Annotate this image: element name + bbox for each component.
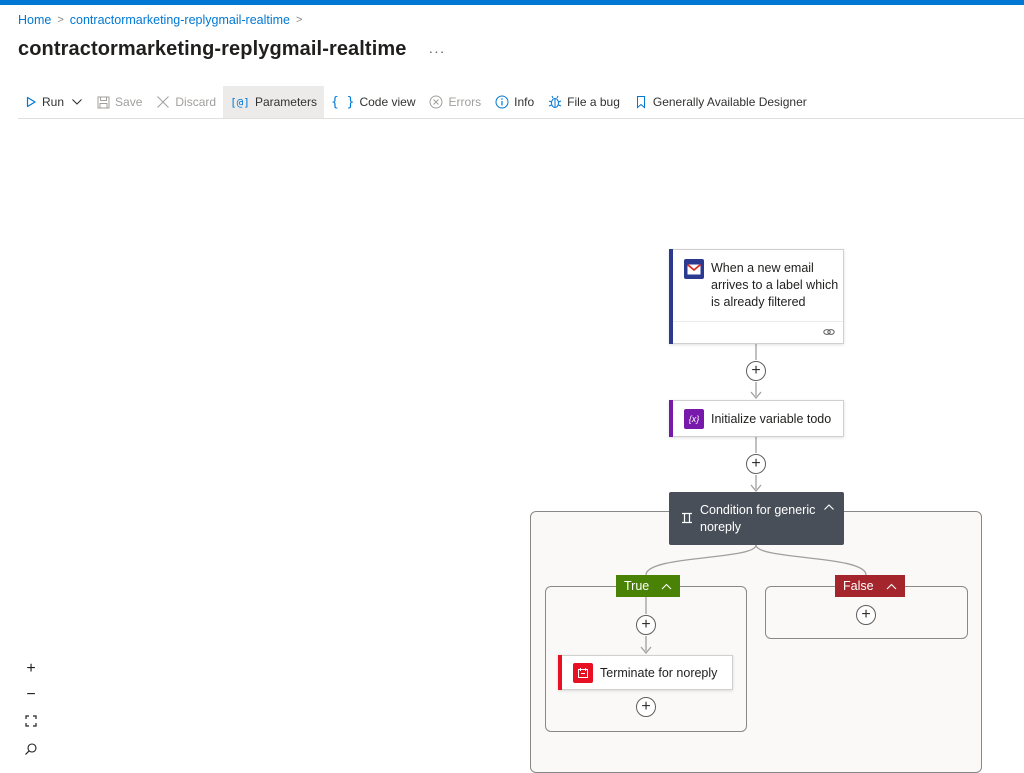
condition-icon (682, 512, 692, 524)
zoom-in-button[interactable]: + (18, 656, 44, 682)
breadcrumb-home[interactable]: Home (18, 13, 51, 27)
title-row: contractormarketing-replygmail-realtime … (18, 38, 445, 61)
zoom-out-button[interactable]: − (18, 682, 44, 708)
condition-text: Condition for generic noreply (700, 503, 816, 534)
code-view-label: Code view (359, 95, 416, 109)
true-branch-tag[interactable]: True (616, 575, 681, 597)
add-step-button[interactable]: + (746, 454, 766, 474)
search-icon (25, 743, 37, 755)
code-braces-icon: { } (330, 94, 355, 110)
run-button[interactable]: Run (18, 86, 90, 118)
more-options-button[interactable]: ··· (428, 43, 445, 59)
search-button[interactable] (18, 736, 44, 762)
add-step-button[interactable]: + (856, 605, 876, 625)
true-branch-label: True (624, 579, 650, 593)
run-label: Run (42, 95, 65, 109)
trigger-card[interactable]: When a new email arrives to a label whic… (669, 249, 844, 344)
errors-label: Errors (448, 95, 482, 109)
breadcrumb-separator-trailing: > (296, 14, 303, 26)
terminate-card[interactable]: Terminate for noreply (558, 655, 733, 690)
code-view-button[interactable]: { } Code view (324, 86, 423, 118)
add-step-button[interactable]: + (636, 697, 656, 717)
save-label: Save (115, 95, 143, 109)
info-button[interactable]: Info (488, 86, 541, 118)
info-icon (495, 95, 509, 109)
chevron-up-icon[interactable] (886, 583, 897, 590)
parameters-icon: [@] (230, 95, 250, 109)
save-button[interactable]: Save (90, 86, 149, 118)
initialize-variable-card[interactable]: {x} Initialize variable todo (669, 400, 844, 437)
false-branch-label: False (843, 579, 874, 593)
trigger-text: When a new email arrives to a label whic… (711, 261, 839, 309)
trigger-accent-bar (669, 249, 673, 344)
error-circle-icon (429, 95, 443, 109)
page-title: contractormarketing-replygmail-realtime (18, 38, 407, 60)
parameters-label: Parameters (254, 95, 317, 109)
trigger-footer-divider (673, 321, 843, 322)
variable-accent-bar (669, 400, 673, 437)
parameters-button[interactable]: [@] Parameters (223, 86, 324, 118)
chevron-up-icon[interactable] (661, 583, 672, 590)
fit-view-icon (25, 715, 37, 727)
designer-toolbar: Run Save Discard [@] Parameters { } Code… (18, 86, 814, 118)
link-icon[interactable] (823, 327, 835, 337)
condition-card[interactable]: Condition for generic noreply (669, 492, 844, 545)
save-icon (97, 96, 110, 108)
terminate-text: Terminate for noreply (600, 666, 718, 680)
file-bug-button[interactable]: File a bug (541, 86, 627, 118)
breadcrumb-separator: > (57, 14, 64, 26)
add-step-button[interactable]: + (636, 615, 656, 635)
play-icon (26, 96, 36, 108)
breadcrumb-workflow[interactable]: contractormarketing-replygmail-realtime (70, 13, 290, 27)
bookmark-icon (636, 96, 645, 109)
terminate-accent-bar (558, 655, 562, 690)
bug-icon (548, 95, 562, 108)
designer-toggle-button[interactable]: Generally Available Designer (627, 86, 814, 118)
designer-label: Generally Available Designer (652, 95, 807, 109)
breadcrumb: Home > contractormarketing-replygmail-re… (18, 13, 302, 27)
variable-icon: {x} (684, 409, 704, 429)
file-bug-label: File a bug (567, 95, 620, 109)
terminate-icon (573, 663, 593, 683)
fit-view-button[interactable] (18, 708, 44, 734)
top-accent-bar (0, 0, 1024, 5)
gmail-icon (684, 259, 704, 279)
chevron-up-icon[interactable] (823, 503, 835, 511)
discard-button[interactable]: Discard (149, 86, 223, 118)
add-step-button[interactable]: + (746, 361, 766, 381)
chevron-down-icon[interactable] (71, 96, 83, 108)
variable-text: Initialize variable todo (711, 412, 832, 426)
errors-button[interactable]: Errors (422, 86, 488, 118)
close-icon (157, 96, 170, 108)
info-label: Info (514, 95, 535, 109)
discard-label: Discard (175, 95, 217, 109)
false-branch-tag[interactable]: False (835, 575, 905, 597)
